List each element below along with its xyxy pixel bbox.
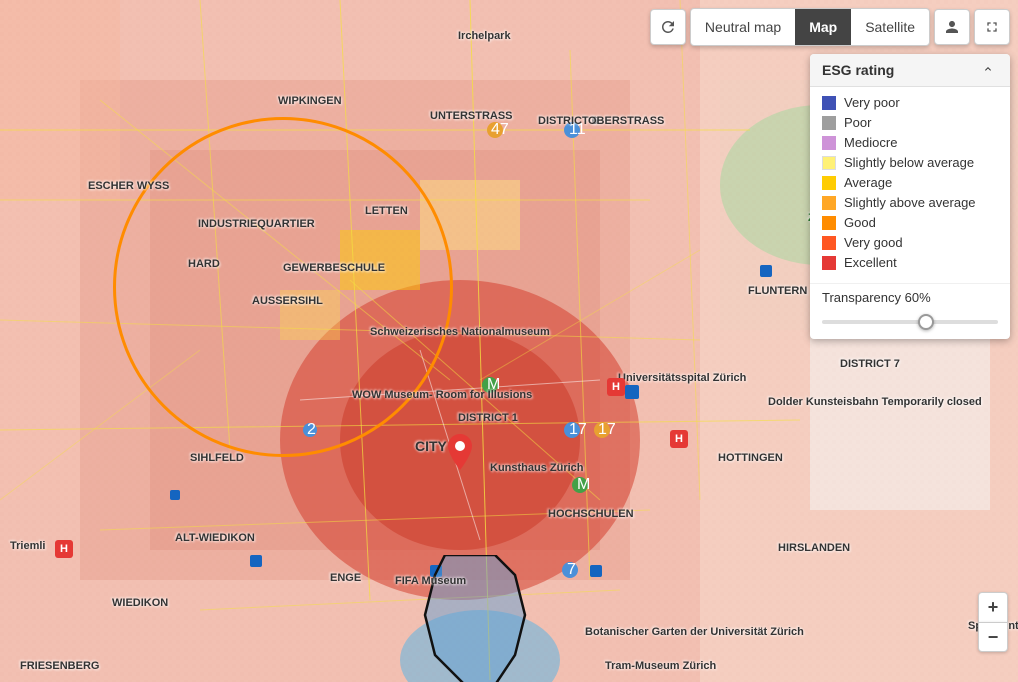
svg-text:7: 7 [567, 561, 576, 578]
svg-text:11: 11 [569, 121, 586, 138]
legend-item-poor: Poor [822, 115, 998, 130]
legend-color-very-good [822, 236, 836, 250]
legend-item-slightly-below: Slightly below average [822, 155, 998, 170]
legend-color-slightly-above [822, 196, 836, 210]
legend-color-poor [822, 116, 836, 130]
legend-label-excellent: Excellent [844, 255, 897, 270]
legend-item-good: Good [822, 215, 998, 230]
legend-label-slightly-above: Slightly above average [844, 195, 976, 210]
fullscreen-button[interactable] [974, 9, 1010, 45]
legend-item-excellent: Excellent [822, 255, 998, 270]
transparency-section: Transparency 60% [810, 283, 1010, 339]
legend-item-very-poor: Very poor [822, 95, 998, 110]
legend-item-very-good: Very good [822, 235, 998, 250]
legend-item-slightly-above: Slightly above average [822, 195, 998, 210]
triemli-label: Triemli [10, 540, 45, 552]
legend-color-very-poor [822, 96, 836, 110]
svg-text:M: M [487, 376, 500, 393]
zoom-in-button[interactable]: + [978, 592, 1008, 622]
lake-outline [415, 555, 545, 682]
legend-label-average: Average [844, 175, 892, 190]
legend-label-very-poor: Very poor [844, 95, 900, 110]
satellite-button[interactable]: Satellite [851, 9, 929, 45]
transparency-slider[interactable] [822, 320, 998, 324]
transparency-label: Transparency 60% [822, 290, 998, 305]
legend-panel: ESG rating Very poor Poor Mediocre [810, 54, 1010, 339]
svg-text:M: M [577, 476, 590, 493]
reset-button[interactable] [650, 9, 686, 45]
svg-text:17: 17 [569, 421, 587, 438]
legend-label-very-good: Very good [844, 235, 903, 250]
legend-items: Very poor Poor Mediocre Slightly below a… [810, 87, 1010, 283]
map-type-selector: Neutral map Map Satellite [690, 8, 930, 46]
zoom-out-button[interactable]: − [978, 622, 1008, 652]
hospital-icon-1: H [607, 378, 625, 396]
map-container: 47 11 17 17 2 7 M M [0, 0, 1018, 682]
location-pin [448, 434, 472, 475]
zoom-controls: + − [978, 592, 1008, 652]
legend-label-slightly-below: Slightly below average [844, 155, 974, 170]
legend-toggle-button[interactable] [978, 62, 998, 78]
legend-color-good [822, 216, 836, 230]
svg-text:47: 47 [491, 121, 509, 138]
toolbar: Neutral map Map Satellite [650, 8, 1010, 46]
svg-text:17: 17 [598, 421, 616, 438]
hospital-icon-2: H [670, 430, 688, 448]
legend-header: ESG rating [810, 54, 1010, 87]
legend-label-good: Good [844, 215, 876, 230]
hospital-icon-3: H [55, 540, 73, 558]
legend-color-mediocre [822, 136, 836, 150]
legend-label-poor: Poor [844, 115, 871, 130]
neutral-map-button[interactable]: Neutral map [691, 9, 795, 45]
legend-title: ESG rating [822, 62, 894, 78]
legend-color-slightly-below [822, 156, 836, 170]
map-button[interactable]: Map [795, 9, 851, 45]
legend-item-average: Average [822, 175, 998, 190]
legend-color-excellent [822, 256, 836, 270]
svg-text:2: 2 [307, 421, 316, 438]
legend-item-mediocre: Mediocre [822, 135, 998, 150]
legend-label-mediocre: Mediocre [844, 135, 897, 150]
person-button[interactable] [934, 9, 970, 45]
legend-color-average [822, 176, 836, 190]
